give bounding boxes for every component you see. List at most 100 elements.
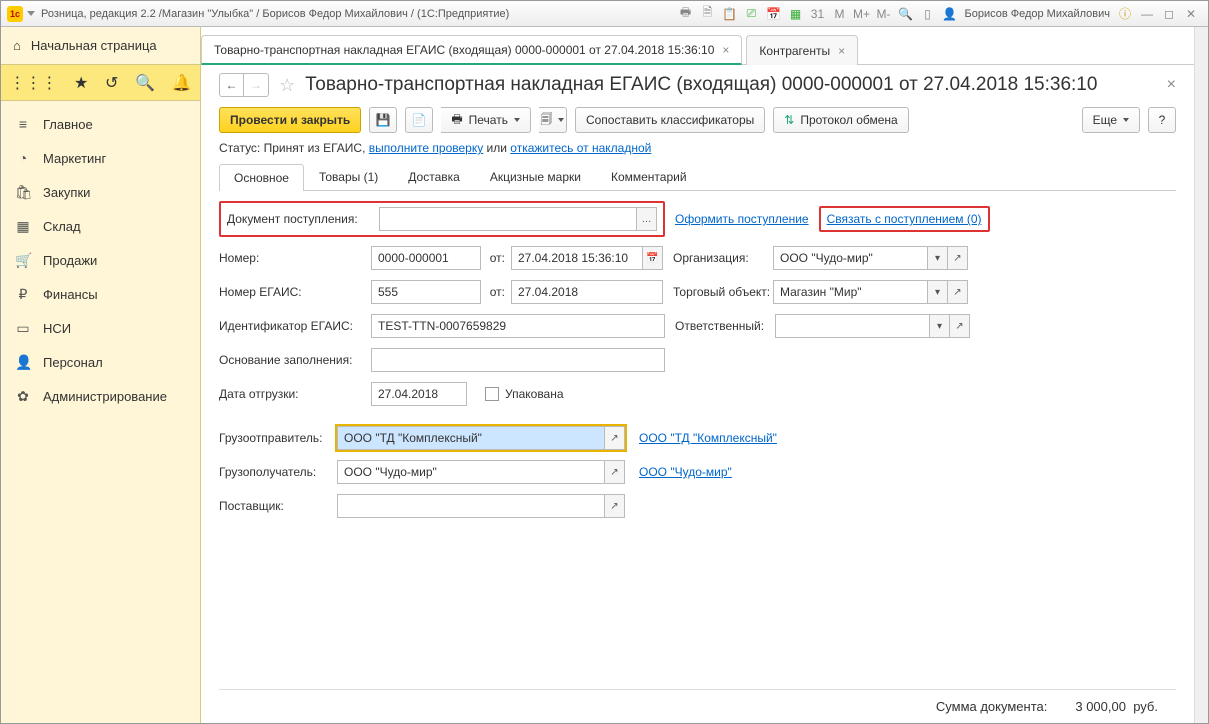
number-input[interactable]: 0000-000001 <box>371 246 481 270</box>
home-row[interactable]: ⌂ Начальная страница <box>1 27 200 65</box>
save-button[interactable]: 💾 <box>369 107 397 133</box>
ship-date-input[interactable]: 27.04.2018 <box>371 382 467 406</box>
nav-main[interactable]: ≡Главное <box>1 107 200 141</box>
table-icon[interactable]: ▦ <box>786 5 804 23</box>
mem-mplus-icon[interactable]: M+ <box>852 5 870 23</box>
app-menu-dropdown-icon[interactable] <box>27 11 35 16</box>
nav-purchases[interactable]: 🛍Закупки <box>1 175 200 209</box>
calc-icon[interactable]: ⎚ <box>742 5 760 23</box>
dropdown-button[interactable]: ▾ <box>928 280 948 304</box>
bind-receipt-link[interactable]: Связать с поступлением (0) <box>827 212 982 226</box>
tab-close-icon[interactable]: × <box>722 43 729 57</box>
dropdown-button[interactable]: ▾ <box>930 314 950 338</box>
open-button[interactable]: ↗ <box>605 494 625 518</box>
nav-warehouse[interactable]: ▦Склад <box>1 209 200 243</box>
grid-icon: ▦ <box>15 218 31 235</box>
doc-receipt-input[interactable] <box>379 207 637 231</box>
favorite-star-icon[interactable]: ☆ <box>279 75 295 96</box>
scrollbar[interactable] <box>1194 27 1208 723</box>
post-and-close-button[interactable]: Провести и закрыть <box>219 107 361 133</box>
supplier-label: Поставщик: <box>219 499 337 513</box>
tab-contractors[interactable]: Контрагенты × <box>746 35 858 65</box>
open-button[interactable]: ↗ <box>948 246 968 270</box>
itab-delivery[interactable]: Доставка <box>393 163 475 190</box>
status-prefix: Статус: <box>219 141 264 155</box>
egais-num-label: Номер ЕГАИС: <box>219 285 371 299</box>
print-button[interactable]: 🖶Печать <box>441 107 531 133</box>
tab-label: Контрагенты <box>759 44 830 58</box>
itab-goods[interactable]: Товары (1) <box>304 163 393 190</box>
itab-comment[interactable]: Комментарий <box>596 163 702 190</box>
bell-icon[interactable]: 🔔 <box>172 73 192 93</box>
status-link-reject[interactable]: откажитесь от накладной <box>510 141 651 155</box>
status-link-check[interactable]: выполните проверку <box>369 141 483 155</box>
date-icon[interactable]: 31 <box>808 5 826 23</box>
mem-m-icon[interactable]: M <box>830 5 848 23</box>
person-icon: 👤 <box>15 354 31 371</box>
egais-id-label: Идентификатор ЕГАИС: <box>219 319 371 333</box>
zoom-icon[interactable]: 🔍 <box>896 5 914 23</box>
info-icon[interactable]: ⓘ <box>1116 5 1134 23</box>
ship-date-label: Дата отгрузки: <box>219 387 371 401</box>
sender-link[interactable]: ООО "ТД "Комплексный" <box>639 431 777 445</box>
itab-excise[interactable]: Акцизные марки <box>475 163 596 190</box>
open-button[interactable]: ↗ <box>948 280 968 304</box>
history-icon[interactable]: ↺ <box>105 73 118 93</box>
receiver-link[interactable]: ООО "Чудо-мир" <box>639 465 732 479</box>
packed-checkbox[interactable] <box>485 387 499 401</box>
panel-icon[interactable]: ▯ <box>918 5 936 23</box>
trade-obj-input[interactable]: Магазин "Мир" <box>773 280 928 304</box>
more-button[interactable]: Еще <box>1082 107 1140 133</box>
forward-icon[interactable]: → <box>244 74 268 96</box>
tab-document[interactable]: Товарно-транспортная накладная ЕГАИС (вх… <box>201 35 742 65</box>
exchange-protocol-button[interactable]: ⇅Протокол обмена <box>773 107 908 133</box>
egais-num-input[interactable]: 555 <box>371 280 481 304</box>
tab-close-icon[interactable]: × <box>838 44 845 58</box>
box-icon: ▭ <box>15 320 31 337</box>
itab-main[interactable]: Основное <box>219 164 304 191</box>
receiver-input[interactable]: ООО "Чудо-мир" <box>337 460 605 484</box>
sender-input[interactable]: ООО "ТД "Комплексный" <box>337 426 605 450</box>
dropdown-button[interactable]: ▾ <box>928 246 948 270</box>
nav-admin[interactable]: ✿Администрирование <box>1 379 200 413</box>
clipboard-icon[interactable]: 📋 <box>720 5 738 23</box>
maximize-icon[interactable]: ◻ <box>1160 5 1178 23</box>
basis-input[interactable] <box>371 348 665 372</box>
open-button[interactable]: ↗ <box>605 460 625 484</box>
help-button[interactable]: ? <box>1148 107 1176 133</box>
egais-date-input[interactable]: 27.04.2018 <box>511 280 663 304</box>
apps-icon[interactable]: ⋮⋮⋮ <box>9 73 57 93</box>
save-icon[interactable]: 🗎 <box>698 5 716 23</box>
nav-finance[interactable]: ₽Финансы <box>1 277 200 311</box>
match-classifiers-button[interactable]: Сопоставить классификаторы <box>575 107 765 133</box>
calendar-button[interactable]: 📅 <box>643 246 663 270</box>
print-icon[interactable]: 🖶 <box>676 5 694 23</box>
star-icon[interactable]: ★ <box>74 73 88 93</box>
select-button[interactable]: … <box>637 207 657 231</box>
back-icon[interactable]: ← <box>220 74 244 96</box>
post-button[interactable]: 📄 <box>405 107 433 133</box>
egais-id-input[interactable]: TEST-TTN-0007659829 <box>371 314 665 338</box>
responsible-input[interactable] <box>775 314 930 338</box>
open-button[interactable]: ↗ <box>950 314 970 338</box>
nav-nsi[interactable]: ▭НСИ <box>1 311 200 345</box>
nav-marketing[interactable]: ◔Маркетинг <box>1 141 200 175</box>
nav-arrows: ← → <box>219 73 269 97</box>
supplier-input[interactable] <box>337 494 605 518</box>
search-icon[interactable]: 🔍 <box>135 73 155 93</box>
open-button[interactable]: ↗ <box>605 426 625 450</box>
calendar-icon[interactable]: 📅 <box>764 5 782 23</box>
basis-label: Основание заполнения: <box>219 353 371 367</box>
create-receipt-link[interactable]: Оформить поступление <box>675 212 809 226</box>
close-window-icon[interactable]: ✕ <box>1182 5 1200 23</box>
create-based-button[interactable]: 🗐 <box>539 107 567 133</box>
org-input[interactable]: ООО "Чудо-мир" <box>773 246 928 270</box>
close-icon[interactable]: × <box>1167 76 1176 94</box>
mem-mminus-icon[interactable]: M- <box>874 5 892 23</box>
minimize-icon[interactable]: ― <box>1138 5 1156 23</box>
app-window: 1c Розница, редакция 2.2 /Магазин "Улыбк… <box>0 0 1209 724</box>
nav-personnel[interactable]: 👤Персонал <box>1 345 200 379</box>
datetime-input[interactable]: 27.04.2018 15:36:10 <box>511 246 643 270</box>
chevron-down-icon <box>558 118 564 122</box>
nav-sales[interactable]: 🛒Продажи <box>1 243 200 277</box>
